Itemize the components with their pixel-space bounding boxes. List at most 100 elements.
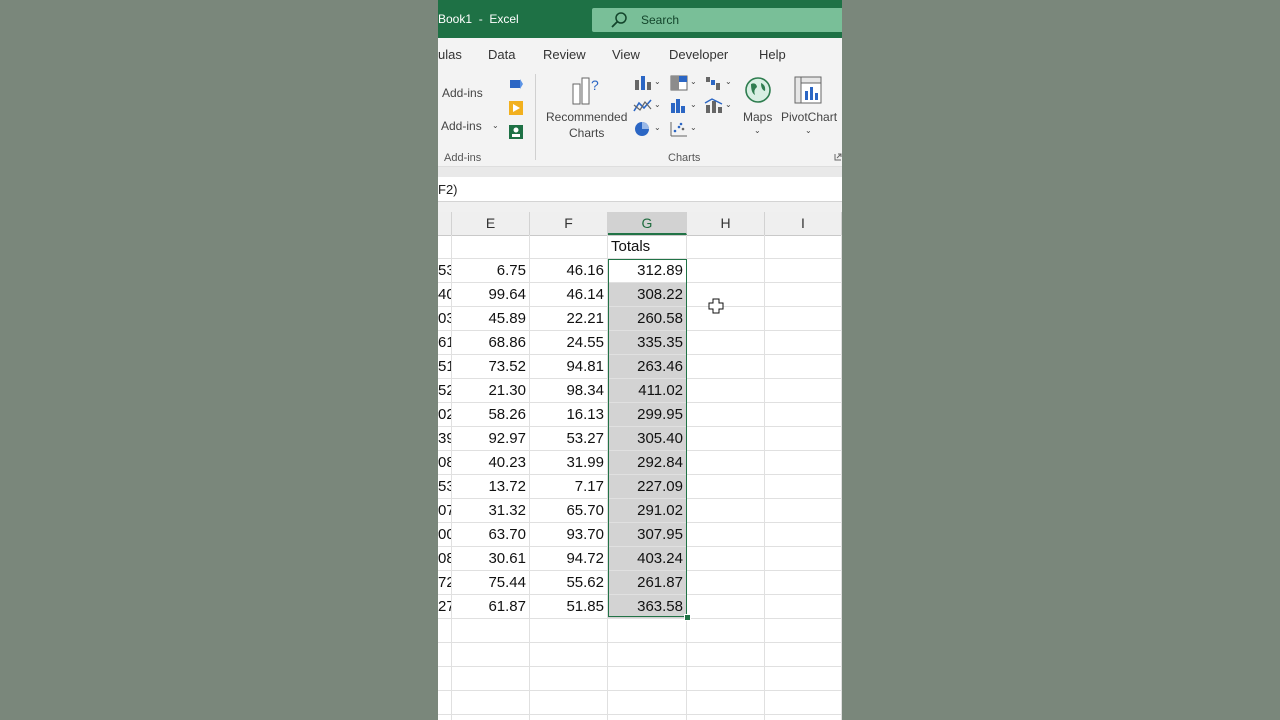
chevron-down-icon[interactable]: ⌄ (654, 123, 661, 132)
cell-d[interactable]: 72 (438, 571, 452, 595)
cell-h[interactable] (687, 499, 765, 523)
cell-d[interactable] (438, 235, 452, 259)
cell-d[interactable] (438, 643, 452, 667)
pie-chart-icon[interactable] (633, 120, 653, 138)
cell-f[interactable]: 16.13 (530, 403, 608, 427)
cell-d[interactable]: 53 (438, 259, 452, 283)
cell-f[interactable]: 93.70 (530, 523, 608, 547)
cell-d[interactable] (438, 619, 452, 643)
cell-e[interactable]: 45.89 (452, 307, 530, 331)
search-box[interactable]: Search (592, 8, 842, 32)
cell-e[interactable]: 92.97 (452, 427, 530, 451)
cell-g[interactable]: 308.22 (608, 283, 687, 307)
cell-i[interactable] (765, 595, 842, 619)
cell-e[interactable] (452, 715, 530, 720)
cell-g[interactable]: 260.58 (608, 307, 687, 331)
cell-e[interactable]: 61.87 (452, 595, 530, 619)
formula-bar[interactable]: F2) (438, 177, 842, 202)
people-graph-icon[interactable] (508, 124, 524, 140)
cell-g[interactable] (608, 619, 687, 643)
cell-e[interactable] (452, 667, 530, 691)
cell-e[interactable] (452, 619, 530, 643)
cell-f[interactable] (530, 667, 608, 691)
column-header-h[interactable]: H (687, 212, 765, 235)
cell-i[interactable] (765, 403, 842, 427)
cell-f[interactable]: 51.85 (530, 595, 608, 619)
cell-h[interactable] (687, 235, 765, 259)
column-chart-icon[interactable] (633, 74, 653, 92)
chevron-down-icon[interactable]: ⌄ (492, 121, 499, 130)
cell-e[interactable]: 13.72 (452, 475, 530, 499)
cell-e[interactable] (452, 643, 530, 667)
cell-h[interactable] (687, 331, 765, 355)
cell-i[interactable] (765, 667, 842, 691)
cell-f[interactable] (530, 691, 608, 715)
totals-header-cell[interactable]: Totals (608, 235, 687, 259)
cell-e[interactable]: 30.61 (452, 547, 530, 571)
hierarchy-chart-icon[interactable] (669, 74, 689, 92)
cell-e[interactable]: 6.75 (452, 259, 530, 283)
cell-e[interactable] (452, 691, 530, 715)
cell-g[interactable]: 305.40 (608, 427, 687, 451)
cell-h[interactable] (687, 259, 765, 283)
cell-d[interactable]: 08 (438, 547, 452, 571)
chevron-down-icon[interactable]: ⌄ (725, 77, 732, 86)
cell-g[interactable]: 299.95 (608, 403, 687, 427)
chevron-down-icon[interactable]: ⌄ (654, 77, 661, 86)
cell-f[interactable]: 31.99 (530, 451, 608, 475)
cell-e[interactable]: 99.64 (452, 283, 530, 307)
cell-d[interactable]: 61 (438, 331, 452, 355)
cell-h[interactable] (687, 715, 765, 720)
cell-e[interactable]: 73.52 (452, 355, 530, 379)
cell-i[interactable] (765, 331, 842, 355)
cell-g[interactable]: 312.89 (608, 259, 687, 283)
column-header-d[interactable] (438, 212, 452, 235)
worksheet-grid[interactable]: EFGHI Totals536.7546.16312.894099.6446.1… (438, 212, 842, 720)
cell-d[interactable]: 02 (438, 403, 452, 427)
cell-f[interactable]: 98.34 (530, 379, 608, 403)
column-header-g[interactable]: G (608, 212, 687, 235)
tab-formulas[interactable]: ulas (438, 47, 462, 62)
tab-review[interactable]: Review (543, 47, 586, 62)
cell-g[interactable] (608, 715, 687, 720)
tab-developer[interactable]: Developer (669, 47, 728, 62)
cell-d[interactable]: 51 (438, 355, 452, 379)
cell-e[interactable] (452, 235, 530, 259)
scatter-chart-icon[interactable] (669, 120, 689, 138)
cell-f[interactable] (530, 619, 608, 643)
cell-g[interactable]: 292.84 (608, 451, 687, 475)
cell-g[interactable]: 335.35 (608, 331, 687, 355)
chevron-down-icon[interactable]: ⌄ (654, 100, 661, 109)
maps-label[interactable]: Maps (743, 110, 772, 124)
cell-i[interactable] (765, 715, 842, 720)
cell-f[interactable] (530, 715, 608, 720)
cell-f[interactable]: 22.21 (530, 307, 608, 331)
cell-h[interactable] (687, 475, 765, 499)
cell-i[interactable] (765, 499, 842, 523)
cell-i[interactable] (765, 451, 842, 475)
cell-h[interactable] (687, 523, 765, 547)
cell-g[interactable]: 291.02 (608, 499, 687, 523)
maps-globe-icon[interactable] (743, 75, 773, 105)
pivotchart-label[interactable]: PivotChart (781, 110, 837, 124)
cell-i[interactable] (765, 379, 842, 403)
cell-h[interactable] (687, 307, 765, 331)
cell-d[interactable] (438, 691, 452, 715)
cell-i[interactable] (765, 355, 842, 379)
get-addins-button[interactable]: Add-ins (442, 86, 483, 100)
cell-h[interactable] (687, 571, 765, 595)
cell-h[interactable] (687, 595, 765, 619)
cell-h[interactable] (687, 643, 765, 667)
cell-g[interactable] (608, 643, 687, 667)
cell-d[interactable]: 08 (438, 451, 452, 475)
fill-handle[interactable] (684, 614, 691, 621)
chevron-down-icon[interactable]: ⌄ (805, 126, 812, 135)
cell-i[interactable] (765, 259, 842, 283)
chevron-down-icon[interactable]: ⌄ (690, 77, 697, 86)
line-chart-icon[interactable] (633, 97, 653, 115)
recommended-charts-label-line1[interactable]: Recommended (546, 110, 627, 124)
waterfall-chart-icon[interactable] (704, 74, 724, 92)
cell-g[interactable]: 263.46 (608, 355, 687, 379)
cell-f[interactable] (530, 643, 608, 667)
cell-i[interactable] (765, 691, 842, 715)
